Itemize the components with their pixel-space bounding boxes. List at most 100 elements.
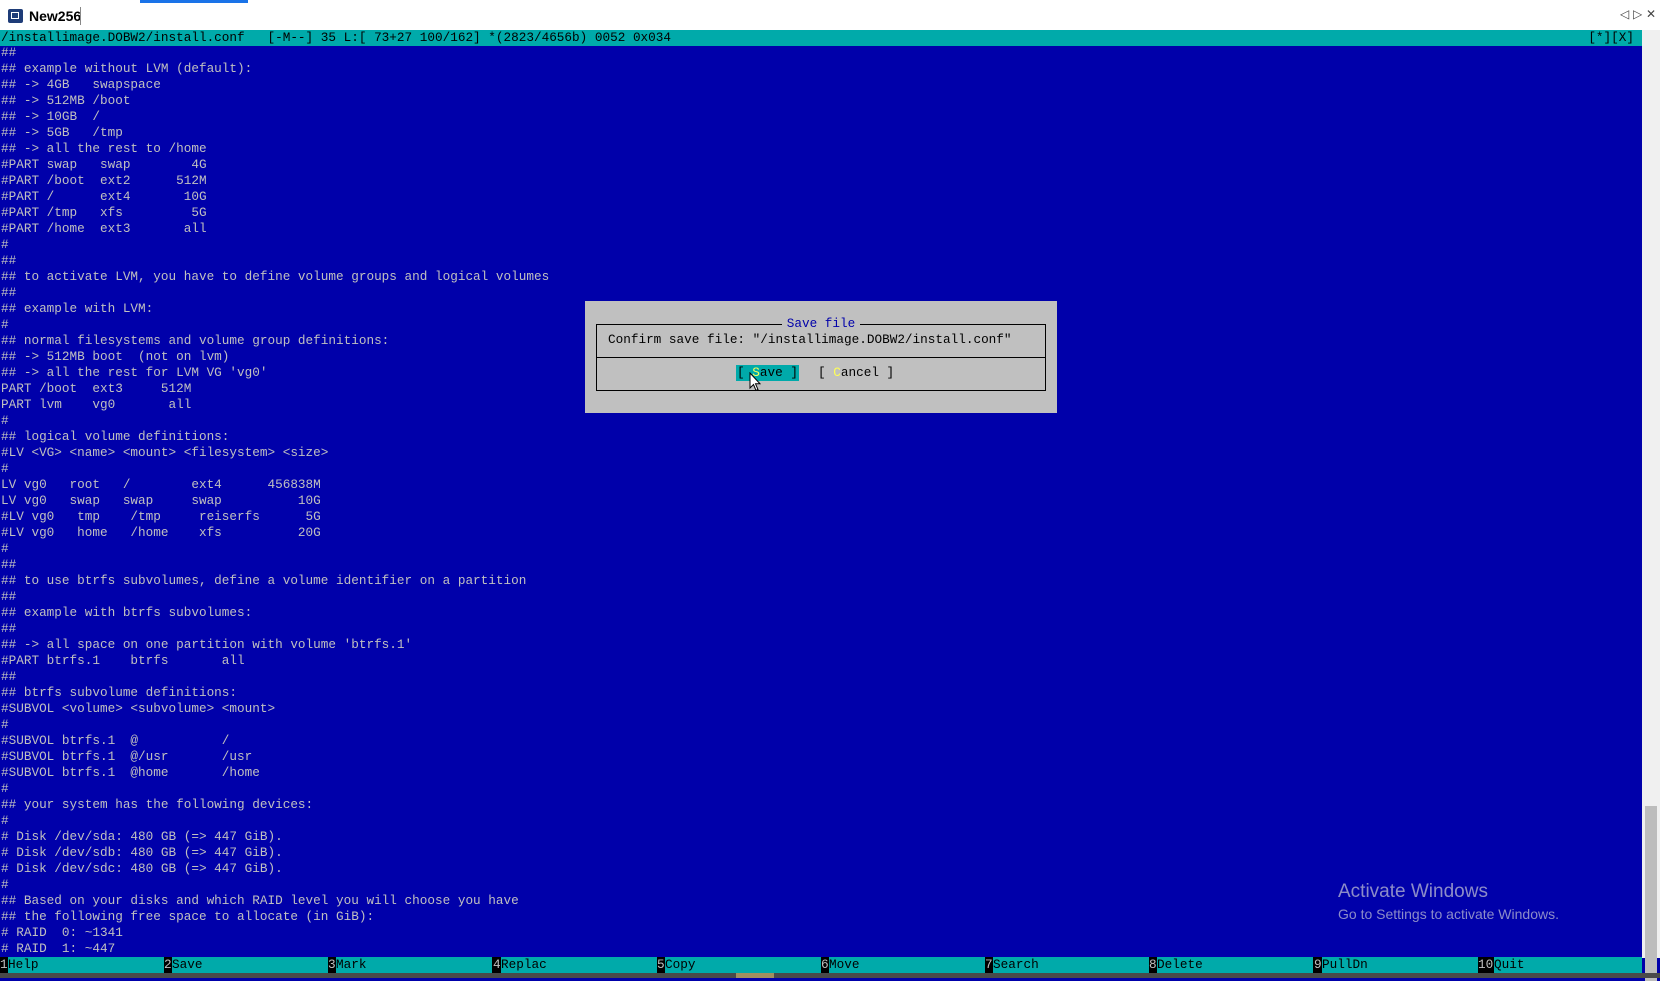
editor-text-area[interactable]: ## ## example without LVM (default): ## ->… xyxy=(1,45,1641,958)
fkey-label: Save xyxy=(172,957,328,973)
editor-line[interactable]: ## -> all space on one partition with vo… xyxy=(1,637,1641,653)
fkey-help[interactable]: 1 Help xyxy=(0,957,164,973)
editor-line[interactable]: ## xyxy=(1,557,1641,573)
active-tab-indicator xyxy=(140,0,248,3)
editor-line[interactable]: LV vg0 root / ext4 456838M xyxy=(1,477,1641,493)
fkey-number: 7 xyxy=(985,957,993,972)
scroll-right-icon[interactable]: ▷ xyxy=(1633,7,1642,21)
scrollbar-thumb[interactable] xyxy=(1645,806,1657,981)
fkey-mark[interactable]: 3 Mark xyxy=(328,957,492,973)
fkey-label: PullDn xyxy=(1322,957,1478,973)
save-file-dialog: Save file Confirm save file: "/installim… xyxy=(585,301,1057,413)
activate-windows-watermark: Activate Windows Go to Settings to activ… xyxy=(1338,880,1559,924)
dialog-title: Save file xyxy=(585,316,1057,332)
editor-line[interactable]: # RAID 0: ~1341 xyxy=(1,925,1641,941)
editor-line[interactable]: ## -> 10GB / xyxy=(1,109,1641,125)
editor-line[interactable]: ## xyxy=(1,589,1641,605)
editor-line[interactable]: # Disk /dev/sdc: 480 GB (=> 447 GiB). xyxy=(1,861,1641,877)
editor-line[interactable]: # xyxy=(1,413,1641,429)
fkey-number: 2 xyxy=(164,957,172,972)
editor-line[interactable]: ## -> 5GB /tmp xyxy=(1,125,1641,141)
fkey-number: 1 xyxy=(0,957,8,972)
editor-line[interactable]: #SUBVOL btrfs.1 @ / xyxy=(1,733,1641,749)
watermark-subtitle: Go to Settings to activate Windows. xyxy=(1338,906,1559,922)
editor-line[interactable]: LV vg0 swap swap swap 10G xyxy=(1,493,1641,509)
fkey-number: 8 xyxy=(1149,957,1157,972)
fkey-label: Quit xyxy=(1494,957,1642,973)
fkey-number: 5 xyxy=(657,957,665,972)
editor-line[interactable]: #LV <VG> <name> <mount> <filesystem> <si… xyxy=(1,445,1641,461)
cancel-button-bracket: [ xyxy=(818,365,834,380)
scroll-left-icon[interactable]: ◁ xyxy=(1620,7,1629,21)
editor-line[interactable]: #SUBVOL btrfs.1 @/usr /usr xyxy=(1,749,1641,765)
editor-line[interactable]: ## xyxy=(1,253,1641,269)
fkey-number: 6 xyxy=(821,957,829,972)
window-title: New256 xyxy=(29,8,82,24)
taskbar-strip xyxy=(0,973,1660,978)
editor-line[interactable]: ## example without LVM (default): xyxy=(1,61,1641,77)
editor-line[interactable]: #PART /tmp xfs 5G xyxy=(1,205,1641,221)
editor-line[interactable]: # xyxy=(1,781,1641,797)
fkey-pulldn[interactable]: 9 PullDn xyxy=(1314,957,1478,973)
editor-line[interactable]: ## -> 512MB /boot xyxy=(1,93,1641,109)
fkey-number: 10 xyxy=(1478,957,1494,972)
fkey-save[interactable]: 2 Save xyxy=(164,957,328,973)
fkey-label: Mark xyxy=(336,957,492,973)
editor-line[interactable]: #LV vg0 home /home xfs 20G xyxy=(1,525,1641,541)
save-button[interactable]: [ Save ] xyxy=(736,365,799,381)
fkey-replac[interactable]: 4 Replac xyxy=(493,957,657,973)
editor-line[interactable]: ## -> 4GB swapspace xyxy=(1,77,1641,93)
editor-line[interactable]: # xyxy=(1,813,1641,829)
fkey-label: Move xyxy=(829,957,985,973)
editor-line[interactable]: # xyxy=(1,237,1641,253)
editor-line[interactable]: #PART /boot ext2 512M xyxy=(1,173,1641,189)
vertical-scrollbar[interactable] xyxy=(1642,30,1660,981)
fkey-label: Help xyxy=(8,957,164,973)
editor-status-bar: /installimage.DOBW2/install.conf [-M--] … xyxy=(0,30,1642,46)
taskbar-item[interactable] xyxy=(736,973,774,978)
editor-line[interactable]: #SUBVOL btrfs.1 @home /home xyxy=(1,765,1641,781)
editor-line[interactable]: # Disk /dev/sda: 480 GB (=> 447 GiB). xyxy=(1,829,1641,845)
fkey-quit[interactable]: 10 Quit xyxy=(1478,957,1642,973)
title-separator xyxy=(80,7,81,25)
editor-line[interactable]: ## btrfs subvolume definitions: xyxy=(1,685,1641,701)
window-titlebar: New256 ◁ ▷ ✕ xyxy=(0,0,1660,32)
terminal-app-icon xyxy=(8,9,23,23)
dialog-title-text: Save file xyxy=(781,316,861,331)
editor-line[interactable]: # xyxy=(1,461,1641,477)
editor-line[interactable]: ## to activate LVM, you have to define v… xyxy=(1,269,1641,285)
editor-line[interactable]: ## xyxy=(1,621,1641,637)
fkey-search[interactable]: 7 Search xyxy=(985,957,1149,973)
fkey-copy[interactable]: 5 Copy xyxy=(657,957,821,973)
editor-line[interactable]: ## logical volume definitions: xyxy=(1,429,1641,445)
editor-line[interactable]: #PART swap swap 4G xyxy=(1,157,1641,173)
editor-line[interactable]: ## example with btrfs subvolumes: xyxy=(1,605,1641,621)
editor-line[interactable]: ## xyxy=(1,285,1641,301)
editor-line[interactable]: # xyxy=(1,717,1641,733)
cancel-hotkey: C xyxy=(833,365,841,380)
editor-line[interactable]: ## -> all the rest to /home xyxy=(1,141,1641,157)
editor-line[interactable]: # Disk /dev/sdb: 480 GB (=> 447 GiB). xyxy=(1,845,1641,861)
fkey-delete[interactable]: 8 Delete xyxy=(1149,957,1313,973)
window-state-indicators[interactable]: [*][X] xyxy=(1588,30,1634,46)
close-icon[interactable]: ✕ xyxy=(1646,7,1656,21)
editor-line[interactable]: # RAID 1: ~447 xyxy=(1,941,1641,957)
editor-line[interactable]: #PART btrfs.1 btrfs all xyxy=(1,653,1641,669)
editor-line[interactable]: #SUBVOL <volume> <subvolume> <mount> xyxy=(1,701,1641,717)
editor-line[interactable]: #PART / ext4 10G xyxy=(1,189,1641,205)
fkey-number: 9 xyxy=(1314,957,1322,972)
editor-line[interactable]: ## to use btrfs subvolumes, define a vol… xyxy=(1,573,1641,589)
editor-line[interactable]: ## your system has the following devices… xyxy=(1,797,1641,813)
fkey-number: 4 xyxy=(493,957,501,972)
watermark-title: Activate Windows xyxy=(1338,881,1488,902)
editor-line[interactable]: ## xyxy=(1,669,1641,685)
editor-line[interactable]: ## xyxy=(1,45,1641,61)
cancel-button[interactable]: [ Cancel ] xyxy=(818,365,894,381)
editor-line[interactable]: #LV vg0 tmp /tmp reiserfs 5G xyxy=(1,509,1641,525)
save-button-label: ave ] xyxy=(759,365,798,380)
editor-line[interactable]: # xyxy=(1,541,1641,557)
fkey-move[interactable]: 6 Move xyxy=(821,957,985,973)
fkey-label: Copy xyxy=(665,957,821,973)
editor-line[interactable]: #PART /home ext3 all xyxy=(1,221,1641,237)
fkey-number: 3 xyxy=(328,957,336,972)
